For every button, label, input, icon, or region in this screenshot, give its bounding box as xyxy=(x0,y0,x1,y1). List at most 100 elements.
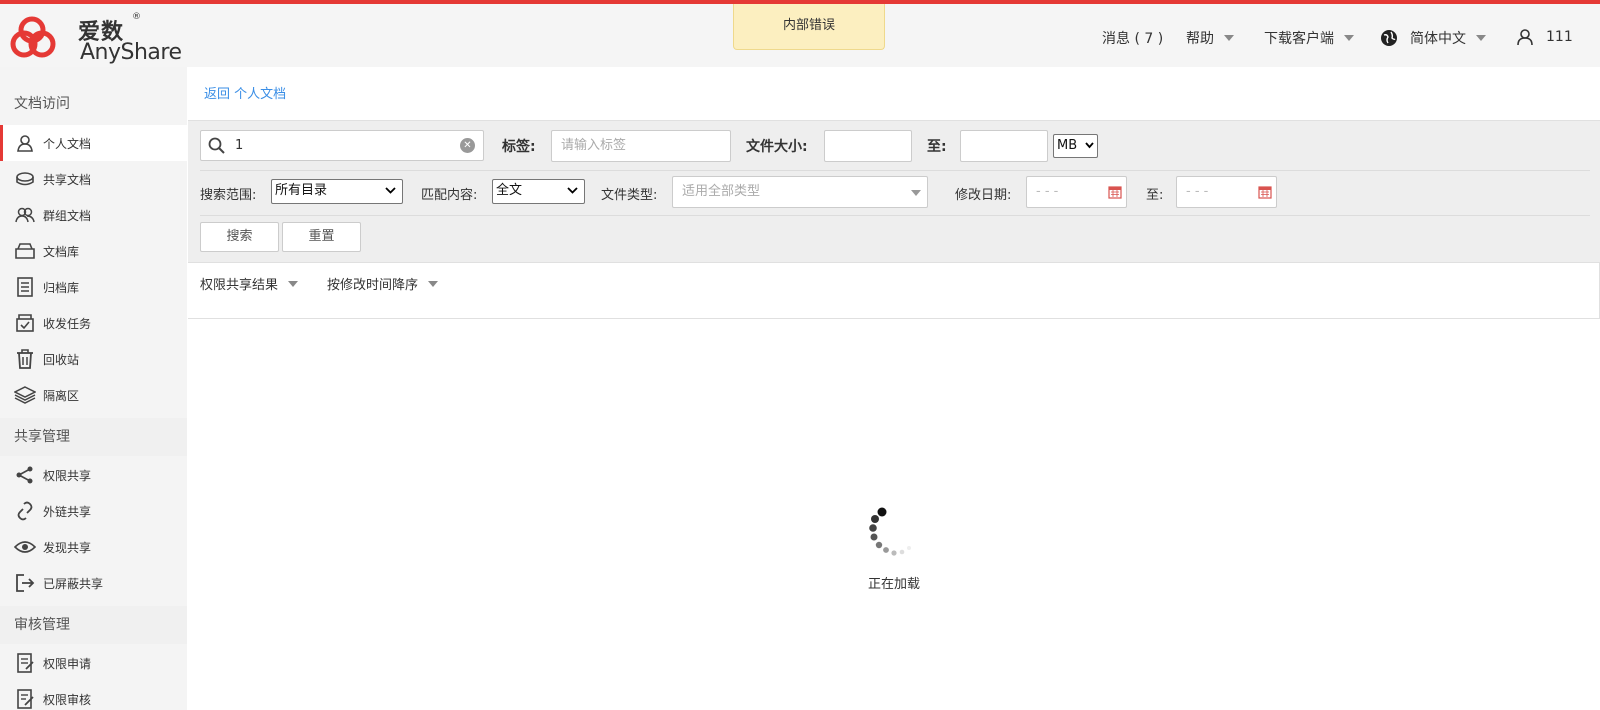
panel-divider xyxy=(200,215,1590,216)
exit-icon xyxy=(14,572,36,594)
sidebar-item-permission-share[interactable]: 权限共享 xyxy=(0,457,187,493)
file-type-placeholder: 适用全部类型 xyxy=(682,184,761,199)
date-to-placeholder: - - - xyxy=(1186,184,1209,199)
chevron-down-icon xyxy=(1476,35,1486,41)
download-client-menu[interactable]: 下载客户端 xyxy=(1264,28,1354,48)
sidebar-item-permission-apply[interactable]: 权限申请 xyxy=(0,645,187,681)
sidebar-group-doc-access: 文档访问 xyxy=(14,96,70,112)
layers-icon xyxy=(14,384,36,406)
sidebar-item-quarantine[interactable]: 隔离区 xyxy=(0,377,187,413)
messages-label: 消息 ( 7 ) xyxy=(1102,31,1164,47)
anyshare-logo[interactable]: 爱数 ® AnyShare xyxy=(10,10,190,65)
sidebar-item-discover-share[interactable]: 发现共享 xyxy=(0,529,187,565)
sort-order-dropdown[interactable]: 按修改时间降序 xyxy=(327,274,439,293)
sidebar-item-recycle-bin[interactable]: 回收站 xyxy=(0,341,187,377)
logo-text-en: AnyShare xyxy=(80,40,182,65)
sidebar-item-label: 回收站 xyxy=(43,352,80,367)
sidebar-item-tasks[interactable]: 收发任务 xyxy=(0,305,187,341)
sidebar-item-link-share[interactable]: 外链共享 xyxy=(0,493,187,529)
file-size-max-input[interactable] xyxy=(960,130,1048,162)
eye-icon xyxy=(14,536,36,558)
library-icon xyxy=(14,240,36,262)
sidebar-item-library[interactable]: 文档库 xyxy=(0,233,187,269)
review-icon xyxy=(14,688,36,710)
sidebar-item-label: 共享文档 xyxy=(43,172,92,187)
search-icon xyxy=(208,137,225,154)
tag-label: 标签: xyxy=(502,139,536,155)
file-type-select[interactable]: 适用全部类型 xyxy=(672,176,928,208)
file-size-min-input[interactable] xyxy=(824,130,912,162)
size-unit-select[interactable]: MB xyxy=(1053,134,1098,158)
group-icon xyxy=(14,204,36,226)
file-size-label: 文件大小: xyxy=(746,139,808,155)
user-name: 111 xyxy=(1546,29,1573,45)
sidebar-item-shared-docs[interactable]: 共享文档 xyxy=(0,161,187,197)
search-query-value: 1 xyxy=(235,138,244,153)
file-type-label: 文件类型: xyxy=(601,188,658,203)
result-filter-label: 权限共享结果 xyxy=(200,278,279,293)
chevron-down-icon xyxy=(428,280,439,287)
sidebar-item-label: 隔离区 xyxy=(43,388,80,403)
search-button[interactable]: 搜索 xyxy=(200,222,279,252)
match-content-label: 匹配内容: xyxy=(421,188,478,203)
user-menu[interactable]: 111 xyxy=(1516,28,1573,46)
result-filter-dropdown[interactable]: 权限共享结果 xyxy=(200,274,299,293)
date-from-placeholder: - - - xyxy=(1036,184,1059,199)
sidebar-item-personal-docs[interactable]: 个人文档 xyxy=(0,125,187,161)
sidebar-item-archive[interactable]: 归档库 xyxy=(0,269,187,305)
search-scope-value: 所有目录 xyxy=(275,183,328,198)
tag-input[interactable]: 请输入标签 xyxy=(551,130,731,162)
sidebar-item-group-docs[interactable]: 群组文档 xyxy=(0,197,187,233)
chevron-down-icon xyxy=(911,190,921,196)
results-toolbar: 权限共享结果 按修改时间降序 xyxy=(188,263,1600,319)
sidebar-item-label: 权限审核 xyxy=(43,692,92,707)
messages-link[interactable]: 消息 ( 7 ) xyxy=(1102,28,1163,48)
chevron-down-icon xyxy=(1344,35,1354,41)
calendar-icon[interactable] xyxy=(1108,185,1122,199)
loading-text: 正在加载 xyxy=(868,577,921,592)
match-content-select[interactable]: 全文 xyxy=(492,179,585,204)
language-label: 简体中文 xyxy=(1410,31,1466,47)
logo-mark-icon xyxy=(10,16,56,58)
reset-button[interactable]: 重置 xyxy=(282,222,361,252)
sidebar-group-review-mgmt: 审核管理 xyxy=(0,606,187,644)
chevron-down-icon xyxy=(288,280,299,287)
help-label: 帮助 xyxy=(1186,31,1214,47)
sidebar-group-share-mgmt: 共享管理 xyxy=(0,418,187,456)
date-to-input[interactable]: - - - xyxy=(1176,176,1277,208)
file-size-to-label: 至: xyxy=(927,139,947,155)
clear-search-icon[interactable]: ✕ xyxy=(460,138,475,153)
archive-icon xyxy=(14,276,36,298)
search-panel: 1 ✕ 标签: 请输入标签 文件大小: 至: MB 搜索范围: 所有目录 匹配内… xyxy=(188,120,1600,263)
date-from-input[interactable]: - - - xyxy=(1026,176,1127,208)
trash-icon xyxy=(14,348,36,370)
language-menu[interactable]: 简体中文 xyxy=(1380,28,1486,48)
search-scope-label: 搜索范围: xyxy=(200,188,257,203)
date-to-label: 至: xyxy=(1146,188,1164,203)
search-input[interactable]: 1 ✕ xyxy=(200,130,484,161)
header: 爱数 ® AnyShare 内部错误 消息 ( 7 ) 帮助 下载客户端 简体中… xyxy=(0,4,1600,67)
sidebar-item-label: 收发任务 xyxy=(43,316,92,331)
sidebar-item-label: 已屏蔽共享 xyxy=(43,576,104,591)
search-scope-select[interactable]: 所有目录 xyxy=(271,179,403,204)
share-icon xyxy=(14,464,36,486)
shared-docs-icon xyxy=(14,168,36,190)
task-icon xyxy=(14,312,36,334)
sidebar-item-label: 权限申请 xyxy=(43,656,92,671)
modified-date-label: 修改日期: xyxy=(955,188,1012,203)
error-toast: 内部错误 xyxy=(733,4,885,50)
sidebar: 文档访问 个人文档 共享文档 群组文档 文档库 归档库 收发任务 回收站 隔离区… xyxy=(0,67,187,710)
chevron-down-icon xyxy=(1085,142,1094,149)
sidebar-item-label: 个人文档 xyxy=(43,136,92,151)
sidebar-item-label: 权限共享 xyxy=(43,468,92,483)
help-menu[interactable]: 帮助 xyxy=(1186,28,1234,48)
calendar-icon[interactable] xyxy=(1258,185,1272,199)
link-icon xyxy=(14,500,36,522)
user-icon xyxy=(1517,29,1533,46)
sidebar-item-permission-review[interactable]: 权限审核 xyxy=(0,681,187,710)
logo-reg-mark: ® xyxy=(132,12,141,22)
sidebar-item-blocked-share[interactable]: 已屏蔽共享 xyxy=(0,565,187,601)
download-label: 下载客户端 xyxy=(1264,31,1334,47)
panel-divider xyxy=(200,170,1590,171)
back-to-personal-docs-link[interactable]: 返回 个人文档 xyxy=(204,83,286,102)
